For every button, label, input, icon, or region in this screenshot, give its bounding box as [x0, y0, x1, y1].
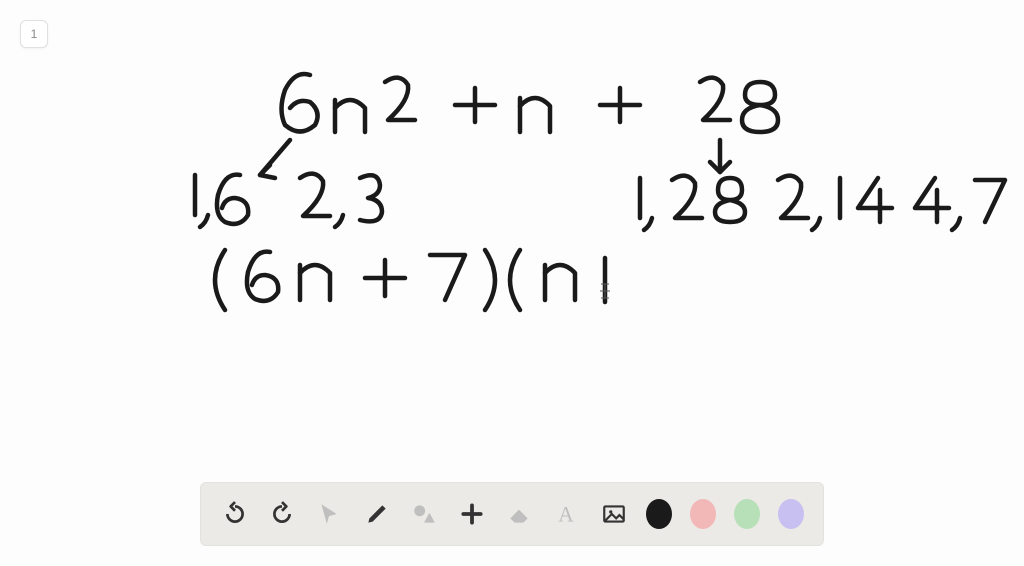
- pen-tool[interactable]: [362, 497, 391, 531]
- eraser-tool[interactable]: [504, 497, 533, 531]
- shapes-icon: [411, 501, 437, 527]
- color-black[interactable]: [646, 499, 672, 529]
- shapes-tool[interactable]: [409, 497, 438, 531]
- toolbar: A: [200, 482, 824, 546]
- redo-button[interactable]: [267, 497, 296, 531]
- handwriting-svg: [0, 0, 1024, 460]
- color-green[interactable]: [734, 499, 760, 529]
- whiteboard-canvas[interactable]: [0, 0, 1024, 460]
- color-pink[interactable]: [690, 499, 716, 529]
- svg-text:A: A: [558, 503, 574, 527]
- text-tool[interactable]: A: [552, 497, 581, 531]
- undo-button[interactable]: [220, 497, 249, 531]
- redo-icon: [269, 501, 295, 527]
- select-tool[interactable]: [315, 497, 344, 531]
- color-purple[interactable]: [778, 499, 804, 529]
- image-icon: [601, 501, 627, 527]
- undo-icon: [222, 501, 248, 527]
- add-tool[interactable]: [457, 497, 486, 531]
- plus-icon: [459, 501, 485, 527]
- eraser-icon: [506, 501, 532, 527]
- pencil-icon: [364, 501, 390, 527]
- text-icon: A: [553, 501, 579, 527]
- pointer-icon: [316, 501, 342, 527]
- image-tool[interactable]: [599, 497, 628, 531]
